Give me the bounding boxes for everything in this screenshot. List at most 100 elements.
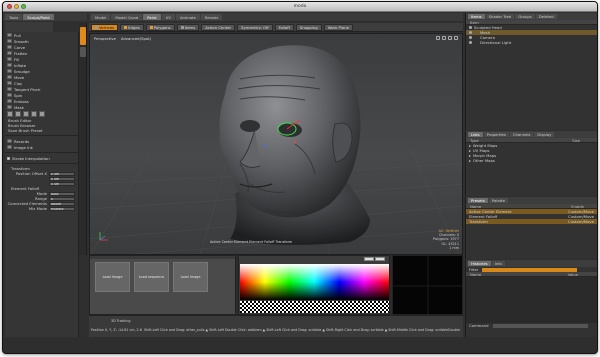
tab-groups[interactable]: Groups (515, 14, 535, 19)
tab-shader-tree[interactable]: Shader Tree (485, 14, 515, 19)
shading-mode-label[interactable]: Advanced(Spot) (121, 36, 151, 41)
range-field[interactable]: 0 (49, 196, 75, 201)
position-y-field[interactable]: 0 um (49, 176, 75, 181)
tab-lists[interactable]: Lists (468, 132, 483, 137)
mask-icon (7, 105, 12, 109)
tab-model[interactable]: Model (91, 14, 111, 20)
histories-tabs: Histories Info (466, 260, 597, 267)
lists-panel: Lists Properties Channels Display Type Si… (465, 131, 597, 196)
image-ink-icon (7, 145, 12, 149)
image-slot[interactable]: Load sequence (134, 262, 169, 292)
move-icon (7, 75, 12, 79)
visibility-eye-icon[interactable] (469, 26, 472, 29)
position-x-field[interactable]: 0 um (49, 171, 75, 176)
brush-round-icon[interactable] (7, 111, 13, 117)
falloff-button[interactable]: Falloff (274, 23, 294, 31)
pinch-icon (7, 87, 12, 91)
viewport-controls (436, 36, 458, 40)
expand-arrow-icon[interactable]: ▸ (469, 158, 471, 163)
tab-sculpt-paint[interactable]: Sculpt/Paint (23, 14, 54, 20)
tab-info[interactable]: Info (491, 261, 505, 266)
tab-display[interactable]: Display (534, 132, 555, 137)
viewport-info: AC: Vertices Channels: 0 Polygons: 1977 … (433, 229, 459, 250)
edges-button[interactable]: Edges (120, 23, 144, 31)
polygons-button[interactable]: Polygons (145, 23, 175, 31)
tab-render[interactable]: Render (200, 14, 223, 20)
tab-tools[interactable]: Tools (5, 14, 23, 20)
action-center-button[interactable]: Action Center (201, 23, 236, 31)
info-line: 1 mm (449, 245, 459, 250)
command-input[interactable] (492, 323, 588, 328)
pull-icon (7, 33, 12, 37)
vertical-tab-paint[interactable] (80, 47, 86, 57)
items-tabs: Items Shader Tree Groups Deleted (466, 13, 597, 20)
tool-tabs: Tools Sculpt/Paint (3, 13, 87, 21)
info-line: Polygons: 1977 (433, 237, 459, 242)
zoom-icon[interactable] (448, 36, 452, 40)
tab-items[interactable]: Items (468, 14, 485, 19)
items-button[interactable]: Items (176, 23, 200, 31)
vertical-tab-sculpt[interactable] (80, 27, 86, 45)
mix-mode-select[interactable]: Multiply (49, 206, 75, 211)
position-offset-x-row: Position Offset X0 um (5, 171, 78, 176)
image-slot[interactable]: Load Image (173, 262, 208, 292)
view-mode-label[interactable]: Perspective (94, 36, 116, 41)
visibility-eye-icon[interactable] (469, 36, 472, 39)
position-readout: Position X, Y, Z: -14.81 cm, 2.6 cm, 31 … (91, 328, 143, 332)
snapping-button[interactable]: Snapping (295, 23, 322, 31)
brush-toolbar (5, 110, 78, 118)
tab-palette[interactable]: Palette (488, 198, 508, 203)
alpha-checker-swatch[interactable] (240, 301, 389, 313)
item-row[interactable]: Directional Light (466, 40, 597, 45)
edges-icon (124, 25, 128, 29)
items-icon (180, 25, 184, 29)
visibility-eye-icon[interactable] (469, 41, 472, 44)
brush-custom-icon[interactable] (31, 111, 37, 117)
tab-histories[interactable]: Histories (468, 261, 491, 266)
stroke-interpolation-toggle[interactable]: Stroke Interpolation (5, 155, 78, 161)
tab-paint[interactable]: Paint (143, 14, 161, 20)
spin-icon (7, 93, 12, 97)
color-value-field[interactable] (375, 257, 385, 261)
mode-select[interactable]: Auto (49, 191, 75, 196)
brush-text-icon[interactable] (39, 111, 45, 117)
pan-icon[interactable] (436, 36, 440, 40)
flatten-icon (7, 51, 12, 55)
tool-status-label: 3D Tracking (111, 319, 131, 323)
tab-deleted[interactable]: Deleted (535, 14, 557, 19)
image-slot[interactable]: Load Image (95, 262, 130, 292)
histories-list[interactable] (466, 277, 597, 323)
tab-presets[interactable]: Presets (468, 198, 488, 203)
layout-tabs: Model Model Quad Paint UV Animate Render (89, 13, 463, 21)
sculpt-scene (90, 45, 462, 254)
vertices-icon (95, 25, 98, 29)
inflate-icon (7, 63, 12, 67)
brush-soft-icon[interactable] (15, 111, 21, 117)
connected-elements-select[interactable]: Ignore (49, 201, 75, 206)
position-z-field[interactable]: 0 um (49, 181, 75, 186)
symmetry-button[interactable]: Symmetry: Off (237, 23, 273, 31)
rotate-icon[interactable] (442, 36, 446, 40)
list-item[interactable]: ▸ Other Maps (466, 158, 597, 163)
color-spectrum[interactable] (240, 264, 389, 300)
axis-widget (99, 232, 108, 241)
save-brush-preset-button[interactable]: Save Brush Preset (5, 128, 78, 133)
preset-row[interactable]: Transform Custom/Move (466, 219, 597, 224)
tab-properties[interactable]: Properties (483, 132, 509, 137)
mix-mode-row: Mix Mode Multiply (5, 206, 78, 211)
left-eye-socket (240, 120, 260, 132)
visibility-eye-icon[interactable] (469, 31, 472, 34)
filter-input[interactable] (482, 267, 578, 272)
work-plane-button[interactable]: Work Plane (323, 23, 353, 31)
tab-channels[interactable]: Channels (509, 132, 534, 137)
vertices-button[interactable]: Vertices (91, 23, 119, 31)
color-value-field[interactable] (364, 257, 374, 261)
tab-uv[interactable]: UV (161, 14, 175, 20)
tab-animate[interactable]: Animate (175, 14, 200, 20)
brush-square-icon[interactable] (23, 111, 29, 117)
image-ink-button[interactable]: Image Ink (5, 144, 78, 150)
smudge-icon (7, 69, 12, 73)
3d-viewport[interactable]: Perspective Advanced(Spot) Active Center… (89, 33, 463, 255)
maximize-icon[interactable] (454, 36, 458, 40)
tab-model-quad[interactable]: Model Quad (111, 14, 143, 20)
